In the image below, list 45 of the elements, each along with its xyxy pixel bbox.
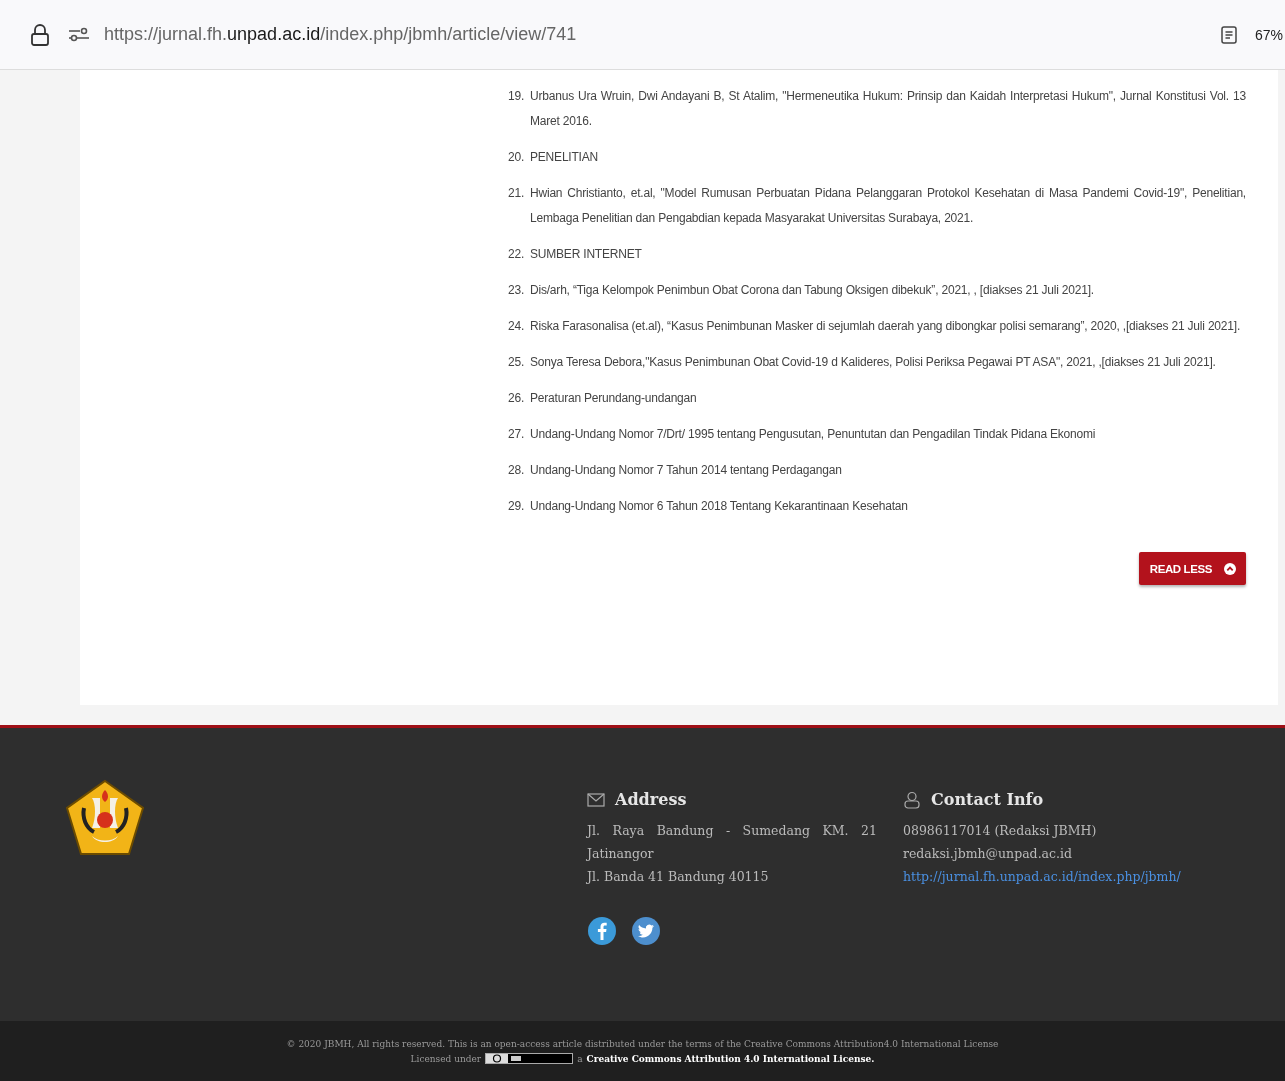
- zoom-level[interactable]: 67%: [1255, 26, 1285, 43]
- read-less-button[interactable]: READ LESS: [1138, 552, 1246, 585]
- reference-number: 28.: [508, 462, 526, 479]
- email-address: redaksi.jbmh@unpad.ac.id: [903, 845, 1074, 863]
- lock-icon[interactable]: [30, 23, 50, 46]
- reference-number: 22.: [508, 246, 526, 263]
- bird-icon[interactable]: [631, 916, 661, 946]
- reference-text: Dis/arh, “Tiga Kelompok Penimbun Obat Corona dan Tabung Oksigen dibekuk”, 2021, , [diakses 21 Juli 2021].: [530, 282, 1095, 299]
- copyright-text: © 2020 JBMH, All rights reserved. This is an open-access article distributed under the terms of the Creative Commons Attribution4.0 International License: [286, 1039, 999, 1049]
- address-bar-url[interactable]: https://jurnal.fh.unpad.ac.id/index.php/jbmh/article/view/741: [104, 24, 1221, 45]
- reference-text: SUMBER INTERNET: [530, 246, 643, 263]
- phone-number: 08986117014 (Redaksi JBMH): [903, 822, 1098, 840]
- reference-text: Urbanus Ura Wruin, Dwi Andayani B, St Atalim, "Hermeneutika Hukum: Prinsip dan Kaidah Interpretasi Hukum", Jurnal Konstitusi Vol. 13 Maret 2016.: [530, 88, 1246, 130]
- address-line: Jl. Banda 41 Bandung 40115: [587, 868, 770, 886]
- reference-number: 26.: [508, 390, 526, 407]
- reference-text: Peraturan Perundang-undangan: [530, 390, 698, 407]
- address-line: Jl. Raya Bandung - Sumedang KM. 21 Jatinangor: [587, 822, 877, 863]
- reference-text: Undang-Undang Nomor 6 Tahun 2018 Tentang Kekarantinaan Kesehatan: [530, 498, 909, 515]
- reference-number: 27.: [508, 426, 526, 443]
- envelope-icon: [587, 790, 605, 809]
- reference-text: Undang-Undang Nomor 7 Tahun 2014 tentang Perdagangan: [530, 462, 843, 479]
- reference-number: 23.: [508, 282, 526, 299]
- reference-number: 25.: [508, 354, 526, 371]
- reference-number: 24.: [508, 318, 526, 335]
- reference-text: Undang-Undang Nomor 7/Drt/ 1995 tentang Pengusutan, Penuntutan dan Pengadilan Tindak Pidana Ekonomi: [530, 426, 1097, 443]
- journal-link[interactable]: http://jurnal.fh.unpad.ac.id/index.php/jbmh/: [903, 865, 1283, 888]
- contact-heading: Contact Info: [931, 790, 1044, 809]
- reference-number: 20.: [508, 149, 526, 166]
- chevron-up-icon: [1224, 562, 1236, 575]
- user-icon: [903, 790, 921, 809]
- license-badge-icon[interactable]: [485, 1053, 574, 1064]
- reference-number: 19.: [508, 88, 526, 105]
- reference-text: PENELITIAN: [530, 149, 600, 166]
- reference-number: 21.: [508, 185, 526, 202]
- facebook-icon[interactable]: [587, 916, 617, 946]
- license-text: a: [577, 1053, 583, 1064]
- address-heading: Address: [615, 790, 687, 809]
- reference-number: 29.: [508, 498, 526, 515]
- sliders-icon[interactable]: [68, 26, 90, 43]
- reference-text: Riska Farasonalisa (et.al), “Kasus Penimbunan Masker di sejumlah daerah yang dibongkar polisi semarang”, 2020, ,[diakses 21 Juli 2021].: [530, 318, 1242, 335]
- license-text: Licensed under: [410, 1053, 482, 1064]
- reader-view-icon[interactable]: [1221, 25, 1237, 44]
- reference-text: Hwian Christianto, et.al, "Model Rumusan Perbuatan Pidana Pelanggaran Protokol Kesehatan di Masa Pandemi Covid-19", Penelitian, Lembaga Penelitian dan Pengabdian kepada Masyarakat Universitas Surabaya, 2021.: [530, 185, 1246, 227]
- license-link[interactable]: Creative Commons Attribution 4.0 International License.: [586, 1053, 875, 1064]
- reference-text: Sonya Teresa Debora,"Kasus Penimbunan Obat Covid-19 d Kalideres, Polisi Periksa Pegawai PT ASA", 2021, ,[diakses 21 Juli 2021].: [530, 354, 1217, 371]
